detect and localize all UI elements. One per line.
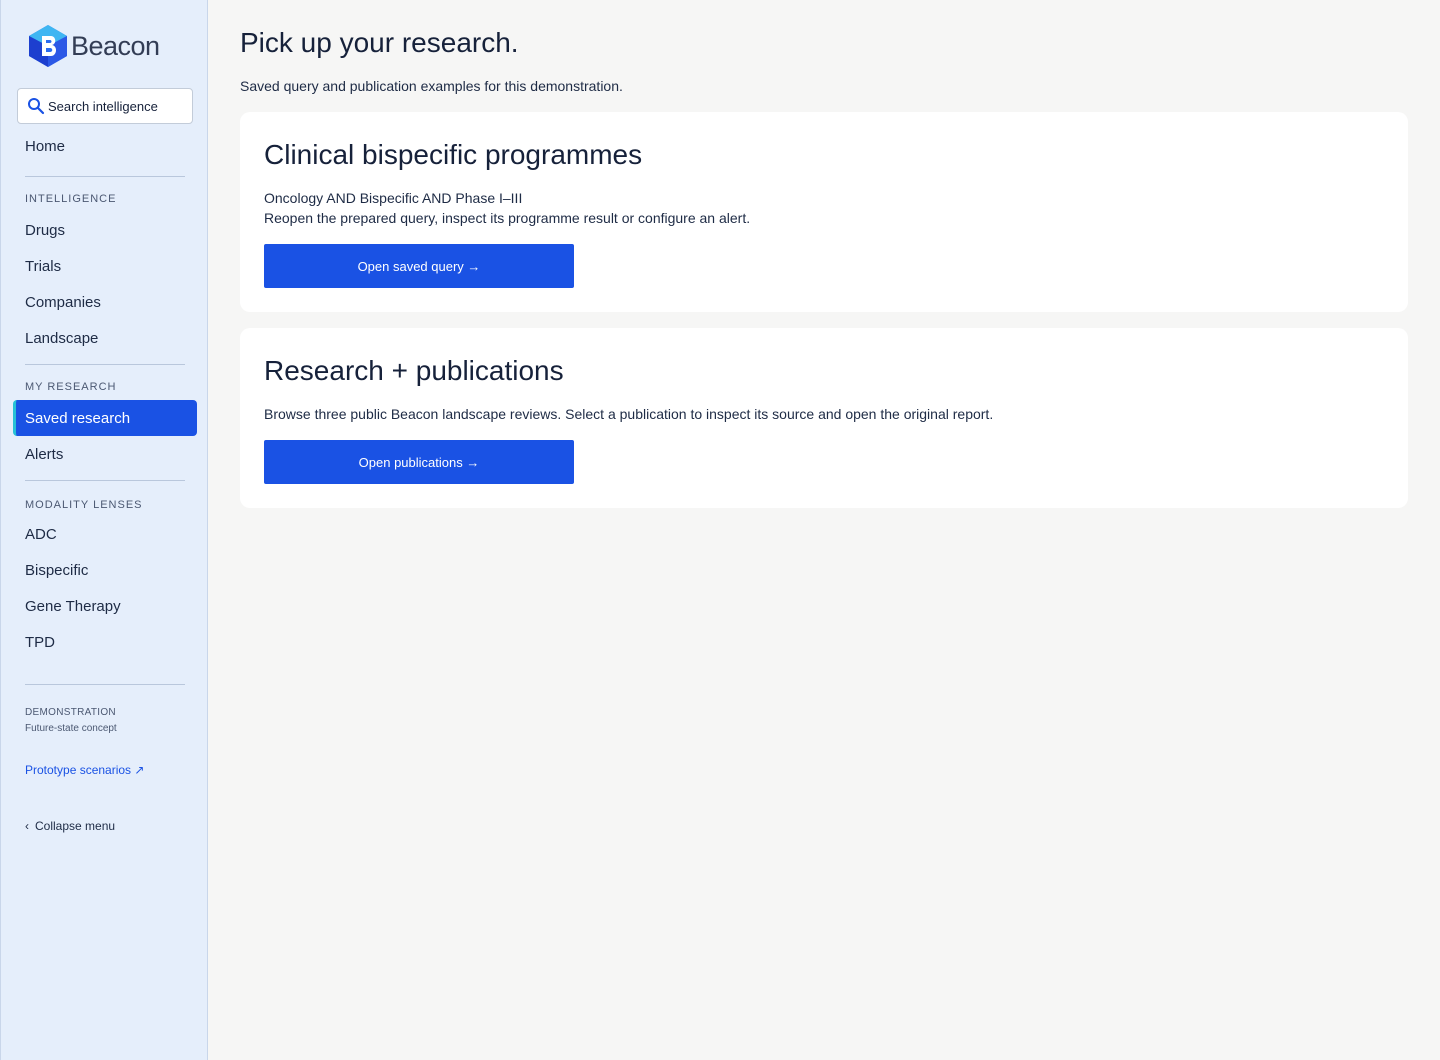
app-name: Beacon: [71, 30, 160, 61]
card-query: Oncology AND Bispecific AND Phase I–III: [264, 190, 523, 206]
page-subtitle: Saved query and publication examples for…: [240, 78, 623, 94]
sidebar-item-saved-research[interactable]: Saved research: [13, 400, 197, 436]
search-icon: [28, 98, 45, 115]
collapse-menu-label: Collapse menu: [35, 819, 116, 833]
card-title: Research + publications: [264, 355, 564, 386]
sidebar-item-drugs[interactable]: Drugs: [13, 212, 197, 248]
divider: [25, 684, 185, 685]
card-title: Clinical bispecific programmes: [264, 139, 643, 170]
beacon-logo-icon: [29, 25, 67, 67]
divider: [25, 480, 185, 481]
sidebar-item-adc[interactable]: ADC: [13, 516, 197, 552]
page-title: Pick up your research.: [240, 27, 519, 58]
prototype-scenarios-link[interactable]: Prototype scenarios ↗: [25, 763, 144, 777]
divider: [25, 364, 185, 365]
chevron-left-icon: ‹: [25, 819, 29, 833]
section-label-modality-lenses: MODALITY LENSES: [25, 499, 143, 511]
card-description: Browse three public Beacon landscape rev…: [264, 406, 994, 422]
sidebar-item-trials[interactable]: Trials: [13, 248, 197, 284]
card-saved-query: Clinical bispecific programmes Oncology …: [240, 112, 1408, 312]
card-description: Reopen the prepared query, inspect its p…: [264, 210, 751, 226]
sidebar-item-bispecific[interactable]: Bispecific: [13, 552, 197, 588]
section-label-intelligence: INTELLIGENCE: [25, 193, 117, 205]
sidebar: Beacon Home INTELLIGENCE Drugs Trials Co…: [0, 0, 208, 1060]
section-label-my-research: MY RESEARCH: [25, 381, 117, 393]
search-box[interactable]: [17, 88, 193, 124]
sidebar-item-alerts[interactable]: Alerts: [13, 436, 197, 472]
sidebar-item-gene-therapy[interactable]: Gene Therapy: [13, 588, 197, 624]
demonstration-label: DEMONSTRATION: [25, 707, 116, 718]
sidebar-item-tpd[interactable]: TPD: [13, 624, 197, 660]
sidebar-item-home[interactable]: Home: [13, 128, 197, 164]
card-publications: Research + publications Browse three pub…: [240, 328, 1408, 508]
beacon-logo[interactable]: Beacon: [27, 24, 160, 68]
divider: [25, 176, 185, 177]
sidebar-item-companies[interactable]: Companies: [13, 284, 197, 320]
open-publications-button[interactable]: Open publications →: [264, 440, 574, 484]
open-saved-query-button[interactable]: Open saved query →: [264, 244, 574, 288]
collapse-menu-button[interactable]: ‹ Collapse menu: [25, 819, 115, 833]
sidebar-item-landscape[interactable]: Landscape: [13, 320, 197, 356]
search-input[interactable]: [48, 98, 188, 114]
demonstration-subtitle: Future-state concept: [25, 723, 117, 734]
